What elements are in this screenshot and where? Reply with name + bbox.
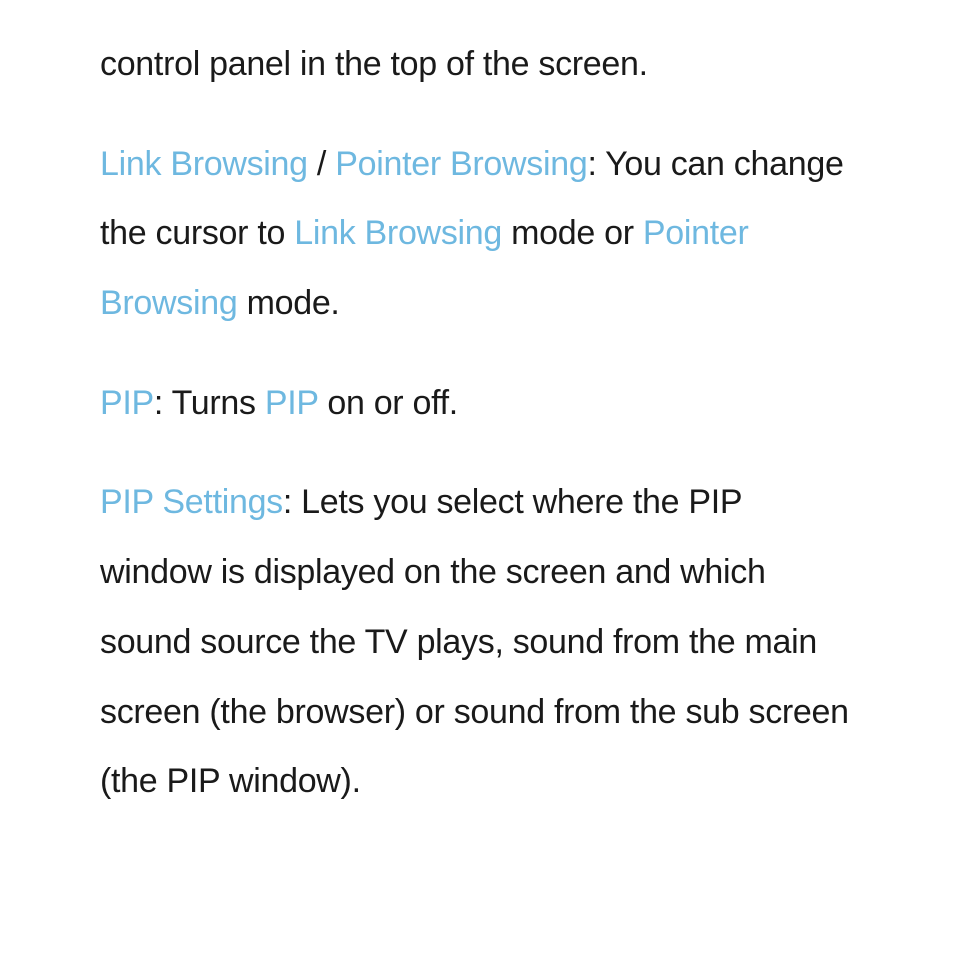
document-content: control panel in the top of the screen. … — [0, 0, 954, 877]
term-pip-inline: PIP — [265, 384, 318, 422]
term-link-browsing-inline: Link Browsing — [294, 214, 502, 252]
separator: / — [308, 145, 335, 183]
text: on or off. — [318, 384, 458, 422]
text: : Lets you select where the PIP window i… — [100, 483, 849, 800]
term-pip: PIP — [100, 384, 154, 422]
term-link-browsing: Link Browsing — [100, 145, 308, 183]
paragraph-fragment-top: control panel in the top of the screen. — [100, 30, 854, 100]
paragraph-pip-settings: PIP Settings: Lets you select where the … — [100, 468, 854, 816]
text: mode. — [237, 284, 339, 322]
text: : Turns — [154, 384, 265, 422]
text: mode or — [502, 214, 643, 252]
paragraph-pip: PIP: Turns PIP on or off. — [100, 369, 854, 439]
term-pointer-browsing: Pointer Browsing — [335, 145, 587, 183]
text: control panel in the top of the screen. — [100, 45, 648, 83]
term-pip-settings: PIP Settings — [100, 483, 283, 521]
paragraph-link-browsing: Link Browsing / Pointer Browsing: You ca… — [100, 130, 854, 339]
